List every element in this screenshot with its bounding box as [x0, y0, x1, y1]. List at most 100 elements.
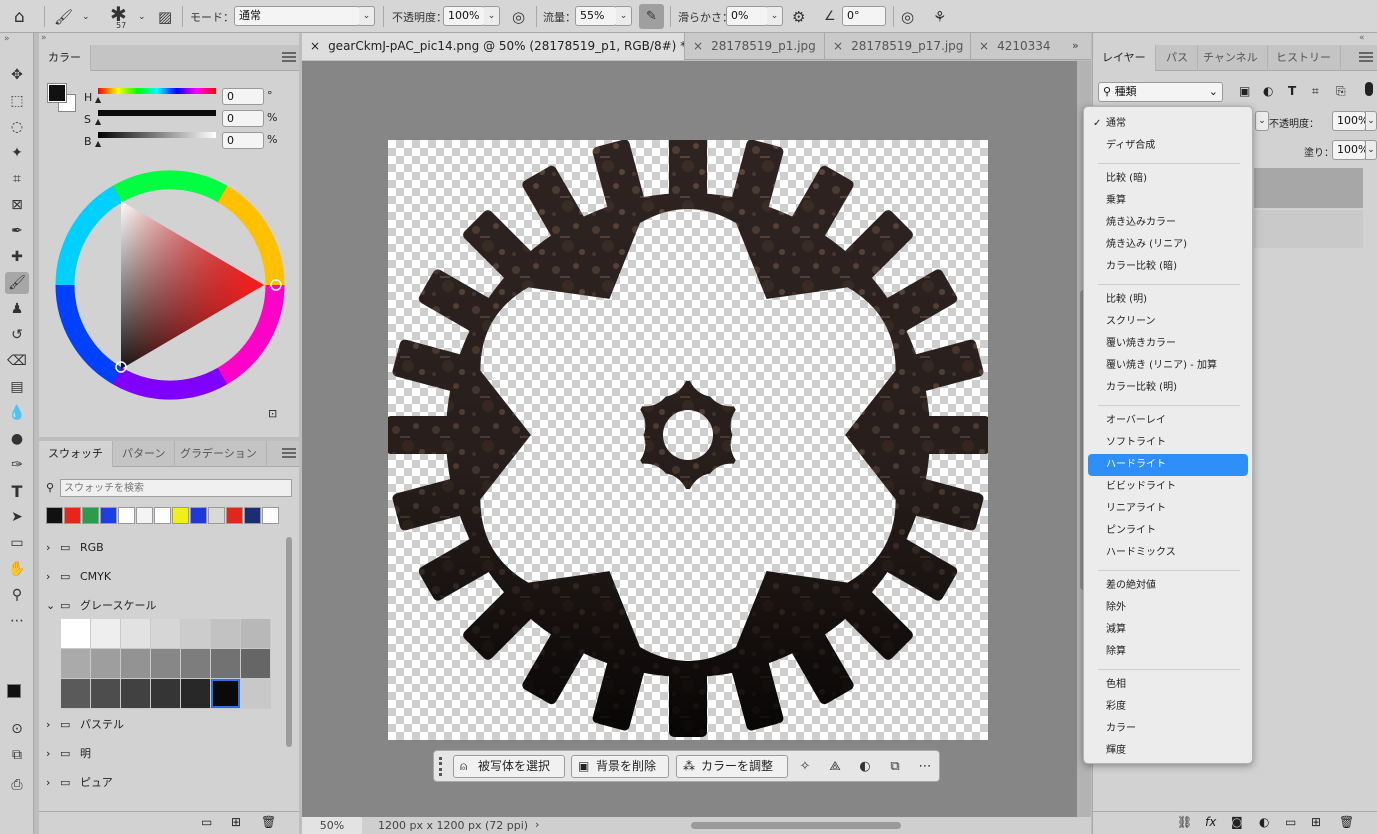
sparkle-icon[interactable]: ✧ [796, 757, 814, 777]
grayscale-swatch[interactable] [91, 649, 120, 678]
tab-history[interactable]: ヒストリー [1267, 45, 1341, 71]
layer-row-selected[interactable] [1254, 168, 1363, 208]
blend-mode-option[interactable]: 色相 [1106, 675, 1126, 695]
chevron-down-icon[interactable]: ⌄ [1365, 140, 1377, 160]
grayscale-swatch[interactable] [61, 649, 90, 678]
swatch-group-pure[interactable]: › ▭ ピュア [46, 772, 296, 792]
zoom-level[interactable]: 50% [302, 817, 362, 834]
adjust-color-button[interactable]: ⁂ カラーを調整 [676, 755, 788, 778]
fx-icon[interactable]: fx [1205, 815, 1216, 829]
group-folder-icon[interactable]: ▭ [1285, 815, 1296, 829]
blend-mode-option[interactable]: スクリーン [1106, 312, 1156, 332]
blend-mode-option[interactable]: カラー [1106, 719, 1136, 739]
blend-mode-option[interactable]: 除外 [1106, 598, 1126, 618]
brush-tool-icon[interactable]: 🖌 [5, 272, 29, 294]
filter-smartobject-icon[interactable]: ⎘ [1336, 84, 1346, 99]
eyedropper-tool-icon[interactable]: ✒ [5, 220, 29, 242]
chevron-down-icon[interactable]: ⌄ [138, 0, 146, 33]
layer-filter-select[interactable]: ⚲ 種類 ⌄ [1098, 82, 1223, 102]
close-icon[interactable]: × [310, 39, 320, 53]
contrast-icon[interactable]: ◐ [856, 757, 874, 777]
lasso-tool-icon[interactable]: ◌ [5, 116, 29, 138]
color-swatch[interactable] [46, 507, 63, 524]
chevron-right-icon[interactable]: › [535, 818, 539, 831]
pressure-size-icon[interactable]: ◎ [901, 0, 914, 33]
camera-icon[interactable]: ⎙ [5, 774, 29, 796]
blur-tool-icon[interactable]: 💧 [5, 402, 29, 424]
symmetry-icon[interactable]: ⚘ [933, 0, 946, 33]
marquee-tool-icon[interactable]: ⬚ [5, 90, 29, 112]
new-swatch-icon[interactable]: ⊞ [231, 815, 241, 829]
blend-mode-option[interactable]: ディザ合成 [1106, 136, 1155, 156]
eraser-tool-icon[interactable]: ⌫ [5, 350, 29, 372]
frame-tool-icon[interactable]: ⊠ [5, 194, 29, 216]
opacity-input[interactable]: 100% [443, 6, 485, 26]
brightness-slider[interactable] [98, 132, 216, 138]
swatch-search-input[interactable] [60, 479, 292, 497]
doc-tab-active[interactable]: × gearCkmJ-pAC_pic14.png @ 50% (28178519_… [302, 33, 685, 60]
grayscale-swatch[interactable] [151, 619, 180, 648]
blend-mode-option[interactable]: 覆い焼きカラー [1106, 334, 1176, 354]
panel-menu-icon[interactable] [282, 448, 296, 458]
chevron-down-icon[interactable]: ⌄ [767, 6, 783, 26]
collapse-icon[interactable]: » [41, 33, 47, 43]
close-icon[interactable]: × [979, 39, 989, 53]
hue-slider-handle[interactable]: ▲ [95, 95, 101, 104]
angle-input[interactable]: 0° [842, 6, 886, 26]
tab-layers[interactable]: レイヤー [1093, 45, 1156, 71]
filter-pixel-icon[interactable]: ▣ [1239, 84, 1250, 98]
filter-toggle-icon[interactable] [1365, 82, 1373, 96]
color-swatch[interactable] [136, 507, 153, 524]
swatch-group-pastel[interactable]: › ▭ パステル [46, 714, 296, 734]
gear-icon[interactable]: ⚙ [792, 0, 805, 33]
grayscale-swatch[interactable] [241, 649, 270, 678]
blend-mode-option[interactable]: 減算 [1106, 620, 1126, 640]
grayscale-swatch[interactable] [151, 679, 180, 708]
blend-mode-option[interactable]: 差の絶対値 [1106, 576, 1156, 596]
pressure-opacity-icon[interactable]: ◎ [512, 0, 525, 33]
blend-mode-select-arrow[interactable]: ⌄ [1255, 111, 1269, 131]
doc-tab[interactable]: × 4210334 [971, 33, 1071, 60]
blend-mode-option[interactable]: 焼き込み (リニア) [1106, 235, 1187, 255]
dodge-tool-icon[interactable]: ● [5, 428, 29, 450]
grayscale-swatch[interactable] [61, 619, 90, 648]
mask-icon[interactable]: ◙ [1231, 815, 1243, 829]
add-to-swatch-icon[interactable]: ⊡ [268, 407, 277, 420]
tab-channels[interactable]: チャンネル [1194, 45, 1268, 71]
blend-mode-option[interactable]: ピンライト [1106, 521, 1156, 541]
color-swatch[interactable] [64, 507, 81, 524]
blend-mode-option[interactable]: 輝度 [1106, 741, 1126, 761]
swatch-group-cmyk[interactable]: › ▭ CMYK [46, 566, 296, 586]
blend-mode-option[interactable]: ビビッドライト [1106, 477, 1176, 497]
blend-mode-option[interactable]: ソフトライト [1106, 433, 1166, 453]
tab-color[interactable]: カラー [39, 45, 91, 71]
chevron-down-icon[interactable]: ⌄ [82, 0, 90, 33]
link-icon[interactable]: ⛓ [1177, 815, 1192, 829]
smoothing-input[interactable]: 0% [726, 6, 768, 26]
tab-patterns[interactable]: パターン [113, 441, 176, 467]
tab-gradients[interactable]: グラデーション [171, 441, 267, 467]
blend-mode-option[interactable]: 通常 [1106, 114, 1126, 134]
filter-type-icon[interactable]: T [1288, 84, 1296, 98]
screen-mode-icon[interactable]: ⧉ [5, 744, 29, 766]
blend-mode-option[interactable]: 比較 (暗) [1106, 169, 1147, 189]
blend-mode-option[interactable]: 乗算 [1106, 191, 1126, 211]
path-select-tool-icon[interactable]: ➤ [5, 506, 29, 528]
hue-input[interactable]: 0 [222, 88, 264, 105]
more-options-icon[interactable]: ⋯ [916, 757, 934, 777]
collapse-icon[interactable]: » [4, 34, 10, 44]
brush-tool-icon[interactable]: 🖌 [54, 0, 73, 33]
close-icon[interactable]: × [693, 39, 703, 53]
grayscale-swatch[interactable] [121, 679, 150, 708]
foreground-swatch[interactable] [47, 83, 67, 103]
chevron-down-icon[interactable]: ⌄ [484, 6, 500, 26]
grayscale-swatch[interactable] [181, 619, 210, 648]
grayscale-swatch[interactable] [121, 649, 150, 678]
color-swatch[interactable] [244, 507, 261, 524]
blend-mode-option[interactable]: オーバーレイ [1106, 411, 1166, 431]
swatch-group-rgb[interactable]: › ▭ RGB [46, 537, 296, 557]
more-tools-icon[interactable]: ⋯ [5, 610, 29, 632]
trash-icon[interactable]: 🗑 [1339, 815, 1354, 829]
gradient-tool-icon[interactable]: ▤ [5, 376, 29, 398]
grayscale-swatch[interactable] [241, 619, 270, 648]
